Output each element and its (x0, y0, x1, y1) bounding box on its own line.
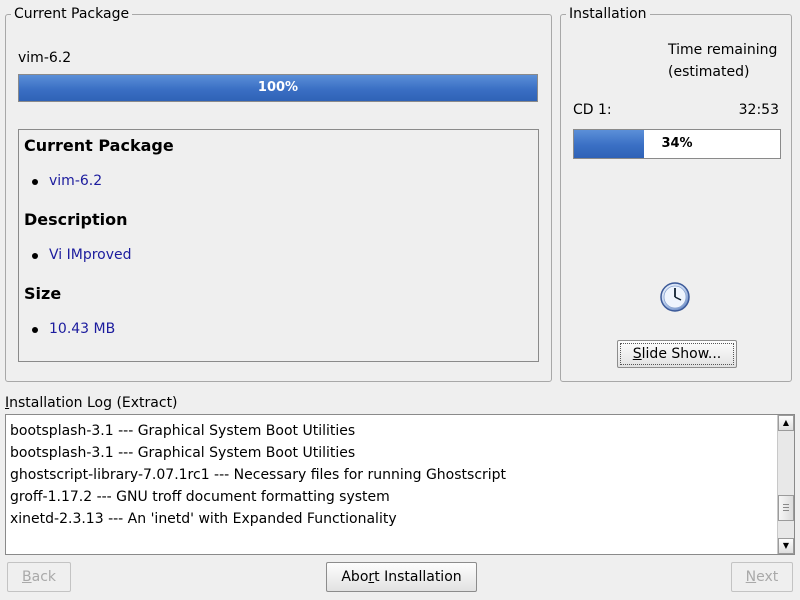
next-mnemonic: N (745, 569, 757, 585)
description-heading: Description (24, 210, 128, 229)
clock-icon (660, 282, 690, 312)
installation-log[interactable]: bootsplash-3.1 --- Graphical System Boot… (5, 414, 795, 555)
log-scrollbar[interactable]: ▲ ▼ (777, 415, 794, 554)
log-line: groff-1.17.2 --- GNU troff document form… (10, 489, 390, 505)
package-progress-bar: 100% (18, 74, 538, 102)
installation-group: Installation Time remaining (estimated) … (560, 6, 792, 382)
package-info-panel: Current Package vim-6.2 Description Vi I… (18, 129, 539, 362)
package-value: vim-6.2 (32, 173, 103, 189)
log-line: xinetd-2.3.13 --- An 'inetd' with Expand… (10, 511, 397, 527)
abort-installation-button[interactable]: Abort Installation (326, 562, 477, 592)
cd-progress-bar: 34% (573, 129, 781, 159)
package-value-text: vim-6.2 (49, 173, 103, 189)
current-package-name: vim-6.2 (18, 50, 72, 66)
size-heading: Size (24, 284, 62, 303)
log-line: ghostscript-library-7.07.1rc1 --- Necess… (10, 467, 507, 483)
bullet-icon (32, 253, 38, 259)
installation-group-title: Installation (566, 6, 650, 22)
cd-time-remaining: 32:53 (738, 102, 779, 118)
description-value-text: Vi IMproved (49, 247, 132, 263)
next-button[interactable]: Next (731, 562, 793, 592)
focus-ring (620, 343, 734, 365)
description-value: Vi IMproved (32, 247, 132, 263)
current-package-group-title: Current Package (11, 6, 133, 22)
clipped-log-line (70, 415, 360, 417)
abort-label-before: Abo (341, 569, 369, 585)
time-remaining-line2: (estimated) (668, 64, 750, 80)
current-package-group: Current Package vim-6.2 100% Current Pac… (5, 6, 552, 382)
scroll-down-arrow-icon[interactable]: ▼ (778, 538, 794, 554)
installation-log-label-text: nstallation Log (Extract) (9, 395, 178, 411)
next-label: ext (756, 569, 779, 585)
package-heading: Current Package (24, 136, 174, 155)
log-line: bootsplash-3.1 --- Graphical System Boot… (10, 423, 356, 439)
abort-label-after: t Installation (374, 569, 462, 585)
log-lines: bootsplash-3.1 --- Graphical System Boot… (10, 420, 772, 530)
size-value-text: 10.43 MB (49, 321, 116, 337)
slide-show-button[interactable]: Slide Show... (617, 340, 737, 368)
time-remaining-label: Time remaining (estimated) (668, 39, 778, 83)
cd-progress-text: 34% (661, 136, 693, 151)
time-remaining-line1: Time remaining (668, 42, 778, 58)
back-mnemonic: B (22, 569, 32, 585)
bullet-icon (32, 179, 38, 185)
log-line: bootsplash-3.1 --- Graphical System Boot… (10, 445, 356, 461)
scroll-up-arrow-icon[interactable]: ▲ (778, 415, 794, 431)
scroll-thumb[interactable] (778, 495, 794, 521)
back-button[interactable]: Back (7, 562, 71, 592)
package-progress-text: 100% (257, 80, 299, 95)
bullet-icon (32, 327, 38, 333)
cd-label: CD 1: (573, 102, 612, 118)
back-label: ack (31, 569, 56, 585)
size-value: 10.43 MB (32, 321, 116, 337)
installation-log-label: Installation Log (Extract) (5, 395, 178, 411)
